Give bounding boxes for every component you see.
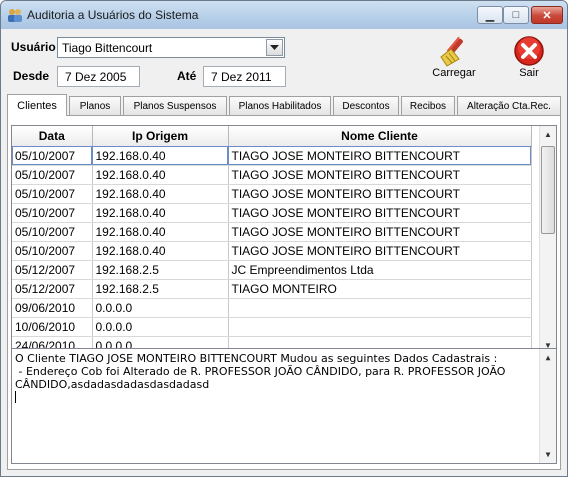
details-text: O Cliente TIAGO JOSE MONTEIRO BITTENCOUR… bbox=[15, 352, 506, 391]
table-row[interactable]: 05/10/2007 192.168.0.40 TIAGO JOSE MONTEIR… bbox=[12, 203, 532, 223]
tab-planos-habilitados[interactable]: Planos Habilitados bbox=[229, 96, 331, 115]
table-row[interactable]: 05/10/2007 192.168.0.40 TIAGO JOSE MONTEIR… bbox=[12, 222, 532, 242]
cell-ip: 192.168.2.5 bbox=[92, 279, 229, 299]
from-label: Desde bbox=[13, 69, 50, 83]
column-header-ip[interactable]: Ip Origem bbox=[92, 126, 229, 147]
broom-icon bbox=[440, 36, 463, 67]
memo-scrollbar[interactable]: ▲ ▼ bbox=[539, 349, 556, 463]
column-header-cliente[interactable]: Nome Cliente bbox=[228, 126, 532, 147]
cell-date: 05/10/2007 bbox=[12, 241, 93, 261]
cell-ip: 192.168.0.40 bbox=[92, 146, 229, 166]
tab-alteracao-cta-rec[interactable]: Alteração Cta.Rec. bbox=[457, 96, 561, 115]
scroll-down-icon[interactable]: ▼ bbox=[540, 446, 556, 463]
cell-client: JC Empreendimentos Ltda bbox=[228, 260, 532, 280]
table-row[interactable]: 05/10/2007 192.168.0.40 TIAGO JOSE MONTEIR… bbox=[12, 165, 532, 185]
table-header: Data Ip Origem Nome Cliente bbox=[12, 126, 532, 147]
tab-clientes[interactable]: Clientes bbox=[7, 94, 67, 116]
scroll-up-icon[interactable]: ▲ bbox=[540, 126, 556, 143]
user-label: Usuário bbox=[11, 40, 56, 54]
table-row[interactable]: 09/06/2010 0.0.0.0 bbox=[12, 298, 532, 318]
table-row[interactable]: 10/06/2010 0.0.0.0 bbox=[12, 317, 532, 337]
cell-ip: 192.168.0.40 bbox=[92, 165, 229, 185]
cell-client: TIAGO JOSE MONTEIRO BITTENCOURT bbox=[228, 222, 532, 242]
cell-client: TIAGO JOSE MONTEIRO BITTENCOURT bbox=[228, 146, 532, 166]
text-caret bbox=[15, 391, 16, 403]
cell-client: TIAGO JOSE MONTEIRO BITTENCOURT bbox=[228, 241, 532, 261]
cell-ip: 0.0.0.0 bbox=[92, 298, 229, 318]
audit-grid[interactable]: Data Ip Origem Nome Cliente 05/10/2007 19… bbox=[11, 125, 557, 355]
table-row[interactable]: 05/12/2007 192.168.2.5 TIAGO MONTEIRO bbox=[12, 279, 532, 299]
cell-date: 05/12/2007 bbox=[12, 260, 93, 280]
user-select-value: Tiago Bittencourt bbox=[62, 41, 153, 55]
maximize-button[interactable]: □ bbox=[503, 6, 529, 24]
cell-ip: 192.168.2.5 bbox=[92, 260, 229, 280]
cell-date: 10/06/2010 bbox=[12, 317, 93, 337]
cell-date: 05/12/2007 bbox=[12, 279, 93, 299]
cell-date: 05/10/2007 bbox=[12, 184, 93, 204]
column-header-data[interactable]: Data bbox=[12, 126, 93, 147]
load-button[interactable]: Carregar bbox=[429, 35, 479, 79]
cell-client: TIAGO JOSE MONTEIRO BITTENCOURT bbox=[228, 184, 532, 204]
title-bar[interactable]: Auditoria a Usuários do Sistema ▁ □ ✕ bbox=[1, 1, 567, 29]
close-icon bbox=[514, 36, 544, 66]
cell-ip: 192.168.0.40 bbox=[92, 184, 229, 204]
cell-client: TIAGO JOSE MONTEIRO BITTENCOURT bbox=[228, 203, 532, 223]
tab-recibos[interactable]: Recibos bbox=[401, 96, 455, 115]
window-title: Auditoria a Usuários do Sistema bbox=[27, 8, 199, 22]
audit-table: Data Ip Origem Nome Cliente 05/10/2007 19… bbox=[12, 126, 532, 354]
cell-date: 05/10/2007 bbox=[12, 203, 93, 223]
audit-window: Auditoria a Usuários do Sistema ▁ □ ✕ Us… bbox=[0, 0, 568, 477]
tab-descontos[interactable]: Descontos bbox=[333, 96, 399, 115]
cell-ip: 192.168.0.40 bbox=[92, 203, 229, 223]
from-date-field[interactable]: 7 Dez 2005 bbox=[57, 66, 140, 87]
user-select[interactable]: Tiago Bittencourt bbox=[57, 37, 285, 58]
cell-ip: 192.168.0.40 bbox=[92, 222, 229, 242]
tab-planos-suspensos[interactable]: Planos Suspensos bbox=[123, 96, 227, 115]
cell-ip: 192.168.0.40 bbox=[92, 241, 229, 261]
scrollbar-thumb[interactable] bbox=[541, 146, 555, 234]
table-row[interactable]: 05/10/2007 192.168.0.40 TIAGO JOSE MONTEIR… bbox=[12, 241, 532, 261]
grid-scrollbar[interactable]: ▲ ▼ bbox=[539, 126, 556, 354]
table-row[interactable]: 05/10/2007 192.168.0.40 TIAGO JOSE MONTEIR… bbox=[12, 184, 532, 204]
exit-button[interactable]: Sair bbox=[509, 35, 549, 79]
exit-button-label: Sair bbox=[519, 67, 539, 79]
cell-date: 05/10/2007 bbox=[12, 222, 93, 242]
cell-date: 05/10/2007 bbox=[12, 165, 93, 185]
scroll-up-icon[interactable]: ▲ bbox=[540, 349, 556, 366]
cell-client bbox=[228, 317, 532, 337]
tab-planos[interactable]: Planos bbox=[69, 96, 121, 115]
cell-client bbox=[228, 298, 532, 318]
cell-date: 05/10/2007 bbox=[12, 146, 93, 166]
minimize-button[interactable]: ▁ bbox=[477, 6, 503, 24]
load-button-label: Carregar bbox=[432, 67, 476, 79]
table-row[interactable]: 05/12/2007 192.168.2.5 JC Empreendimentos … bbox=[12, 260, 532, 280]
users-icon bbox=[8, 9, 22, 22]
cell-date: 09/06/2010 bbox=[12, 298, 93, 318]
table-row[interactable]: 05/10/2007 192.168.0.40 TIAGO JOSE MONTEIR… bbox=[12, 146, 532, 166]
cell-ip: 0.0.0.0 bbox=[92, 317, 229, 337]
close-button[interactable]: ✕ bbox=[531, 6, 563, 24]
to-date-field[interactable]: 7 Dez 2011 bbox=[203, 66, 286, 87]
cell-client: TIAGO MONTEIRO bbox=[228, 279, 532, 299]
clientes-panel: Data Ip Origem Nome Cliente 05/10/2007 19… bbox=[7, 115, 561, 470]
details-memo[interactable]: O Cliente TIAGO JOSE MONTEIRO BITTENCOUR… bbox=[11, 348, 557, 464]
to-label: Até bbox=[177, 69, 197, 83]
cell-client: TIAGO JOSE MONTEIRO BITTENCOURT bbox=[228, 165, 532, 185]
chevron-down-icon[interactable] bbox=[266, 39, 283, 56]
